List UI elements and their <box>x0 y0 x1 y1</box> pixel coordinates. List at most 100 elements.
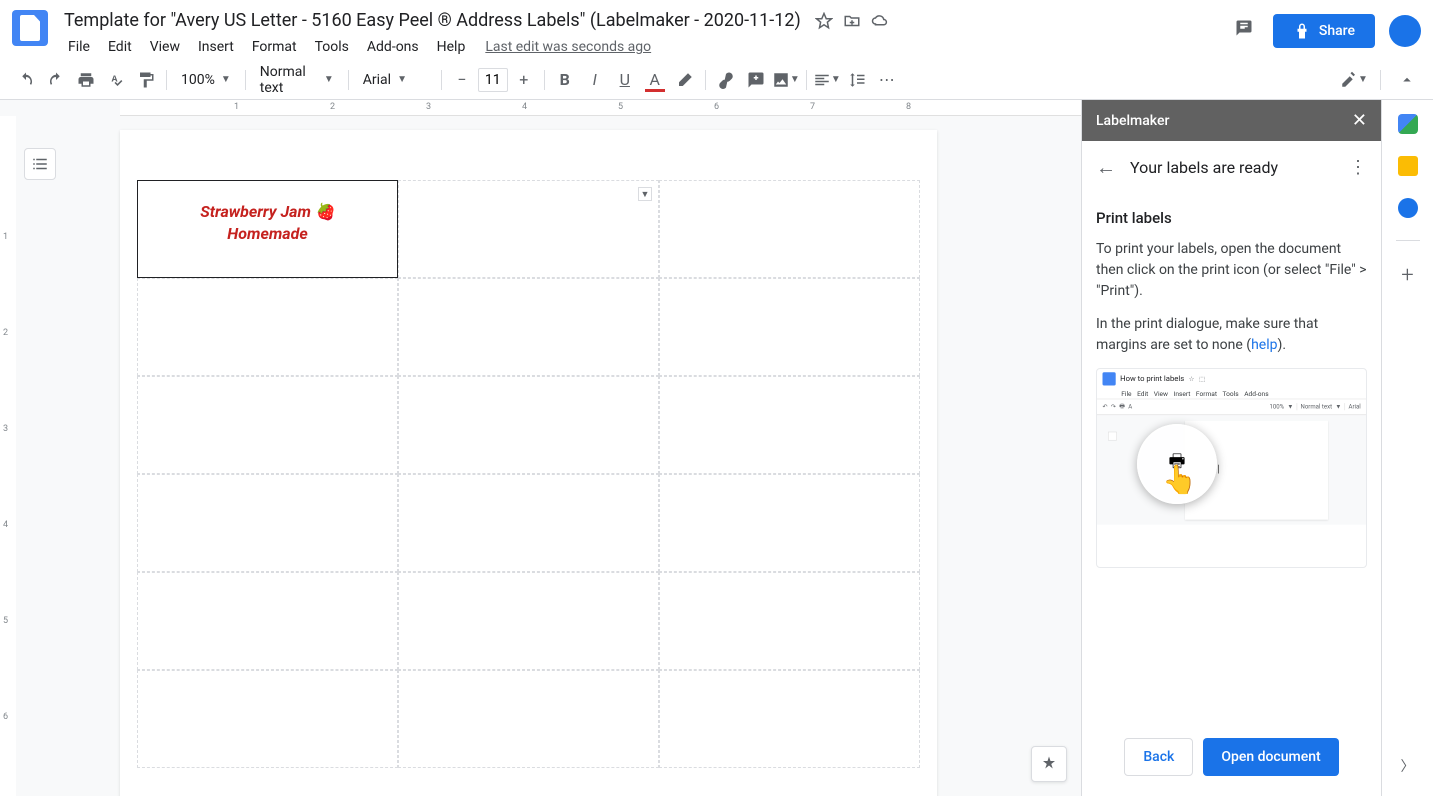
editing-mode-icon[interactable]: ▼ <box>1340 66 1368 94</box>
label-cell[interactable] <box>659 278 920 376</box>
redo-icon[interactable] <box>42 66 70 94</box>
collapse-panel-icon[interactable]: 〉 <box>1401 756 1415 776</box>
italic-icon[interactable]: I <box>581 66 609 94</box>
ruler-tick: 6 <box>3 712 8 722</box>
label-cell[interactable] <box>659 376 920 474</box>
print-highlight-circle: 🖶 👆 <box>1137 424 1217 504</box>
ruler-tick: 3 <box>3 424 8 434</box>
label-cell[interactable] <box>137 572 398 670</box>
bold-icon[interactable]: B <box>551 66 579 94</box>
move-icon[interactable] <box>843 12 861 30</box>
label-cell[interactable] <box>137 376 398 474</box>
font-select[interactable]: Arial▼ <box>355 68 435 92</box>
share-button[interactable]: Share <box>1273 14 1375 48</box>
label-cell[interactable] <box>398 572 659 670</box>
menu-format[interactable]: Format <box>244 35 305 59</box>
add-addon-icon[interactable]: + <box>1401 263 1413 288</box>
label-cell-active[interactable]: Strawberry Jam 🍓 Homemade <box>137 180 398 278</box>
underline-icon[interactable]: U <box>611 66 639 94</box>
tasks-icon[interactable] <box>1398 198 1418 218</box>
menu-view[interactable]: View <box>142 35 188 59</box>
more-vert-icon[interactable]: ⋮ <box>1349 157 1367 178</box>
outline-toggle-icon[interactable] <box>24 148 56 180</box>
calendar-icon[interactable] <box>1398 114 1418 134</box>
more-icon[interactable]: ⋯ <box>873 66 901 94</box>
vertical-ruler[interactable]: 1 2 3 4 5 6 <box>0 116 16 796</box>
document-page[interactable]: Strawberry Jam 🍓 Homemade ▼ <box>120 130 937 796</box>
paint-format-icon[interactable] <box>132 66 160 94</box>
sidebar-header: Labelmaker ✕ <box>1082 100 1381 141</box>
ruler-tick: 3 <box>426 102 431 112</box>
user-avatar[interactable] <box>1389 15 1421 47</box>
sidebar-buttons: Back Open document <box>1082 718 1381 796</box>
text-color-icon[interactable]: A <box>641 66 669 94</box>
comment-add-icon[interactable] <box>742 66 770 94</box>
title-row: Template for "Avery US Letter - 5160 Eas… <box>60 8 1235 33</box>
document-canvas[interactable]: 1 2 3 4 5 6 7 8 1 2 3 4 5 6 Strawberry J… <box>0 100 1081 796</box>
toolbar: 100%▼ Normal text▼ Arial▼ − + B I U A ▼ … <box>0 60 1433 100</box>
ruler-tick: 7 <box>810 102 815 112</box>
label-cell[interactable] <box>659 670 920 768</box>
ruler-tick: 1 <box>234 102 239 112</box>
increase-font-icon[interactable]: + <box>510 66 538 94</box>
app-header: Template for "Avery US Letter - 5160 Eas… <box>0 0 1433 60</box>
align-icon[interactable]: ▼ <box>813 66 841 94</box>
chevron-down-icon: ▼ <box>397 74 407 85</box>
spellcheck-icon[interactable] <box>102 66 130 94</box>
menu-insert[interactable]: Insert <box>190 35 242 59</box>
label-cell[interactable] <box>659 474 920 572</box>
decrease-font-icon[interactable]: − <box>448 66 476 94</box>
comments-icon[interactable] <box>1235 19 1259 43</box>
close-icon[interactable]: ✕ <box>1352 110 1367 131</box>
label-cell[interactable]: ▼ <box>398 180 659 278</box>
document-title[interactable]: Template for "Avery US Letter - 5160 Eas… <box>60 8 805 33</box>
toolbar-separator <box>348 70 349 90</box>
label-cell[interactable] <box>398 474 659 572</box>
label-cell[interactable] <box>398 376 659 474</box>
paragraph-style-select[interactable]: Normal text▼ <box>252 60 342 100</box>
help-link[interactable]: help <box>1251 337 1277 353</box>
collapse-toolbar-icon[interactable] <box>1393 66 1421 94</box>
label-line-1: Strawberry Jam 🍓 <box>148 201 387 223</box>
last-edit-status[interactable]: Last edit was seconds ago <box>485 39 651 55</box>
sidebar-body: Print labels To print your labels, open … <box>1082 195 1381 718</box>
menu-edit[interactable]: Edit <box>100 35 140 59</box>
label-cell[interactable] <box>137 670 398 768</box>
highlight-icon[interactable] <box>671 66 699 94</box>
toolbar-separator <box>166 70 167 90</box>
chevron-down-icon: ▼ <box>221 74 231 85</box>
print-icon[interactable] <box>72 66 100 94</box>
label-cell[interactable] <box>659 572 920 670</box>
print-instructions-2: In the print dialogue, make sure that ma… <box>1096 314 1367 356</box>
undo-icon[interactable] <box>12 66 40 94</box>
cloud-status-icon[interactable] <box>871 12 889 30</box>
menu-file[interactable]: File <box>60 35 98 59</box>
line-spacing-icon[interactable] <box>843 66 871 94</box>
keep-icon[interactable] <box>1398 156 1418 176</box>
toolbar-separator <box>441 70 442 90</box>
zoom-select[interactable]: 100%▼ <box>173 68 239 92</box>
back-arrow-icon[interactable]: ← <box>1096 155 1116 180</box>
ruler-tick: 4 <box>522 102 527 112</box>
explore-button[interactable] <box>1031 746 1067 782</box>
open-document-button[interactable]: Open document <box>1203 738 1338 776</box>
link-icon[interactable] <box>712 66 740 94</box>
font-size-input[interactable] <box>478 68 508 92</box>
horizontal-ruler[interactable]: 1 2 3 4 5 6 7 8 <box>120 100 1081 116</box>
image-insert-icon[interactable]: ▼ <box>772 66 800 94</box>
back-button[interactable]: Back <box>1124 738 1193 776</box>
star-icon[interactable] <box>815 12 833 30</box>
label-cell[interactable] <box>398 670 659 768</box>
print-preview-image: How to print labels ☆ ⬚ File Edit View I… <box>1096 368 1367 568</box>
label-cell[interactable] <box>137 278 398 376</box>
menu-tools[interactable]: Tools <box>307 35 357 59</box>
cell-options-icon[interactable]: ▼ <box>638 187 652 201</box>
label-content[interactable]: Strawberry Jam 🍓 Homemade <box>138 181 397 266</box>
label-cell[interactable] <box>398 278 659 376</box>
label-cell[interactable] <box>137 474 398 572</box>
label-cell[interactable] <box>659 180 920 278</box>
menu-help[interactable]: Help <box>429 35 474 59</box>
header-center: Template for "Avery US Letter - 5160 Eas… <box>60 8 1235 59</box>
menu-addons[interactable]: Add-ons <box>359 35 427 59</box>
docs-home-icon[interactable] <box>12 10 48 46</box>
